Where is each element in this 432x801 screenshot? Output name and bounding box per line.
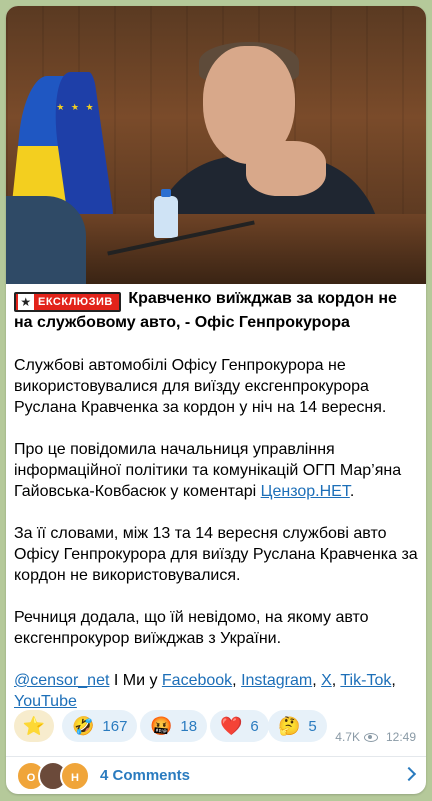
comments-button[interactable]: О Н 4 Comments xyxy=(6,757,426,794)
comma: , xyxy=(312,672,322,689)
post-meta: 4.7K 12:49 xyxy=(335,730,416,744)
censor-net-link[interactable]: Цензор.НЕТ xyxy=(261,483,350,500)
instagram-link[interactable]: Instagram xyxy=(241,672,312,689)
star-icon: ★ xyxy=(18,294,34,310)
eye-icon xyxy=(363,732,378,742)
reaction-heart[interactable]: ❤️ 6 xyxy=(210,710,269,742)
reaction-star[interactable]: ⭐ xyxy=(14,710,54,742)
social-links: @censor_net І Ми у Facebook, Instagram, … xyxy=(14,670,418,712)
thinking-emoji-icon: 🤔 xyxy=(278,716,301,736)
reaction-count: 6 xyxy=(250,717,259,735)
reaction-count: 167 xyxy=(102,717,128,735)
comma: , xyxy=(232,672,242,689)
tiktok-link[interactable]: Tik-Tok xyxy=(340,672,391,689)
water-bottle xyxy=(154,189,178,238)
reaction-count: 18 xyxy=(180,717,198,735)
angry-emoji-icon: 🤬 xyxy=(150,716,173,736)
paragraph-3: За її словами, між 13 та 14 вересня служ… xyxy=(14,525,418,584)
post-time: 12:49 xyxy=(385,730,416,744)
handle-link[interactable]: @censor_net xyxy=(14,672,109,689)
facebook-link[interactable]: Facebook xyxy=(162,672,232,689)
badge-label: ЕКСКЛЮЗИВ xyxy=(38,296,113,308)
channel-post: ★ ЕКСКЛЮЗИВ Кравченко виїжджав за кордон… xyxy=(6,6,426,794)
youtube-link[interactable]: YouTube xyxy=(14,693,77,710)
rofl-emoji-icon: 🤣 xyxy=(72,716,95,736)
post-text: ★ ЕКСКЛЮЗИВ Кравченко виїжджав за кордон… xyxy=(14,288,418,712)
comments-label: 4 Comments xyxy=(100,767,191,784)
star-reaction-icon: ⭐ xyxy=(22,716,46,736)
commenter-avatars: О Н xyxy=(16,760,92,791)
reaction-thinking[interactable]: 🤔 5 xyxy=(268,710,327,742)
x-link[interactable]: X xyxy=(321,672,332,689)
paragraph-1: Службові автомобілі Офісу Генпрокурора н… xyxy=(14,357,387,416)
exclusive-badge: ★ ЕКСКЛЮЗИВ xyxy=(14,292,121,312)
paragraph-2-end: . xyxy=(349,483,355,500)
post-photo[interactable] xyxy=(6,6,426,284)
paragraph-4: Речниця додала, що їй невідомо, на якому… xyxy=(14,609,369,647)
view-count: 4.7K xyxy=(335,730,360,744)
chevron-right-icon xyxy=(401,766,417,782)
avatar: Н xyxy=(60,760,90,791)
reaction-count: 5 xyxy=(308,717,317,735)
paragraph-2: Про це повідомила начальниця управління … xyxy=(14,439,418,502)
heart-emoji-icon: ❤️ xyxy=(220,716,243,736)
reaction-rofl[interactable]: 🤣 167 xyxy=(62,710,138,742)
social-prefix: І Ми у xyxy=(109,672,162,689)
headline-row: ★ ЕКСКЛЮЗИВ Кравченко виїжджав за кордон… xyxy=(14,288,418,334)
person-hands xyxy=(246,141,326,196)
reaction-angry[interactable]: 🤬 18 xyxy=(140,710,208,742)
chair xyxy=(6,196,86,284)
comma: , xyxy=(391,672,396,689)
